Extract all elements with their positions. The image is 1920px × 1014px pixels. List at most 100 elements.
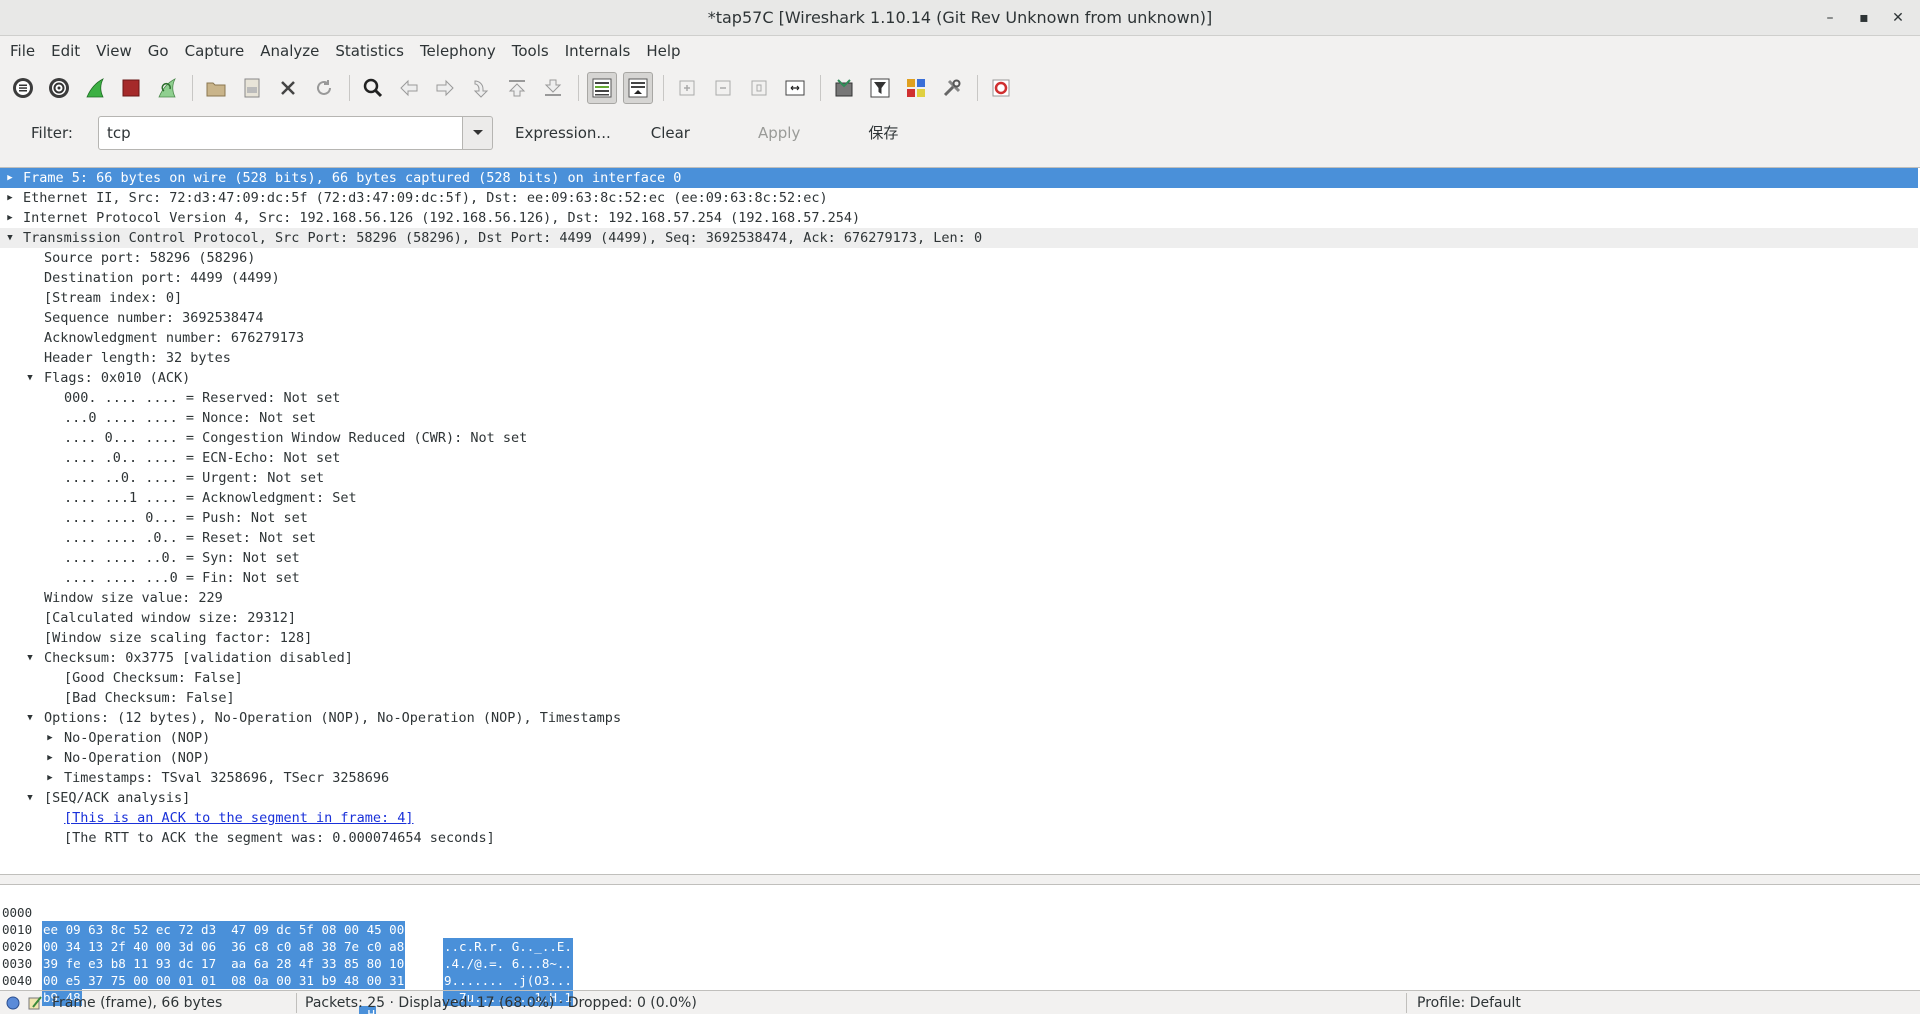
expert-info-icon[interactable] (4, 994, 22, 1012)
expander-icon[interactable]: ▶ (44, 748, 56, 768)
tree-row[interactable]: .... .... .0.. = Reset: Not set (0, 528, 1918, 548)
expander-icon[interactable]: ▼ (4, 228, 16, 248)
expander-icon[interactable]: ▶ (4, 188, 16, 208)
hex-bytes[interactable]: 00 e5 37 75 00 00 01 01 08 0a 00 31 b9 4… (42, 972, 406, 989)
expander-icon[interactable]: ▼ (24, 648, 36, 668)
frame-link[interactable]: [This is an ACK to the segment in frame:… (64, 808, 414, 828)
tree-row[interactable]: Destination port: 4499 (4499) (0, 268, 1918, 288)
tree-row-nop[interactable]: ▶ No-Operation (NOP) (0, 728, 1918, 748)
zoom-in-button[interactable] (672, 72, 702, 104)
maximize-icon[interactable]: ▪ (1852, 6, 1876, 30)
hex-row[interactable]: 0010 00 34 13 2f 40 00 3d 06 36 c8 c0 a8… (0, 904, 573, 972)
expression-button[interactable]: Expression... (507, 116, 619, 150)
expander-icon[interactable]: ▼ (24, 368, 36, 388)
resize-columns-button[interactable] (780, 72, 810, 104)
hex-bytes[interactable]: ee 09 63 8c 52 ec 72 d3 47 09 dc 5f 08 0… (42, 921, 406, 938)
normal-size-button[interactable] (744, 72, 774, 104)
tree-row[interactable]: [Bad Checksum: False] (0, 688, 1918, 708)
tree-row[interactable]: .... .0.. .... = ECN-Echo: Not set (0, 448, 1918, 468)
colorize-toggle-button[interactable] (587, 72, 617, 104)
hex-ascii[interactable]: .4./@.=. 6...8~.. (443, 955, 573, 972)
expander-icon[interactable]: ▶ (44, 728, 56, 748)
tree-row[interactable]: 000. .... .... = Reserved: Not set (0, 388, 1918, 408)
expander-icon[interactable]: ▼ (24, 708, 36, 728)
tree-row[interactable]: .... 0... .... = Congestion Window Reduc… (0, 428, 1918, 448)
expander-icon[interactable]: ▶ (44, 768, 56, 788)
tree-row[interactable]: Header length: 32 bytes (0, 348, 1918, 368)
find-packet-button[interactable] (358, 72, 388, 104)
tree-row[interactable]: [Good Checksum: False] (0, 668, 1918, 688)
hex-ascii[interactable]: 9....... .j(O3... (443, 972, 573, 989)
capture-options-button[interactable] (44, 72, 74, 104)
profile-indicator[interactable]: Profile: Default (1407, 991, 1521, 1014)
filter-dropdown-button[interactable] (463, 116, 493, 150)
stop-capture-button[interactable] (116, 72, 146, 104)
apply-button[interactable]: Apply (750, 116, 808, 150)
clear-button[interactable]: Clear (643, 116, 698, 150)
tree-row[interactable]: Window size value: 229 (0, 588, 1918, 608)
close-icon[interactable]: ✕ (1886, 6, 1910, 30)
tree-row[interactable]: .... .... ...0 = Fin: Not set (0, 568, 1918, 588)
tree-row-checksum[interactable]: ▼ Checksum: 0x3775 [validation disabled] (0, 648, 1918, 668)
tree-row[interactable]: ...0 .... .... = Nonce: Not set (0, 408, 1918, 428)
tree-row-options[interactable]: ▼ Options: (12 bytes), No-Operation (NOP)… (0, 708, 1918, 728)
expander-icon[interactable]: ▶ (4, 168, 16, 188)
menu-edit[interactable]: Edit (43, 36, 88, 66)
close-file-button[interactable] (273, 72, 303, 104)
hex-row[interactable]: 0040 b9 48 .H (0, 955, 377, 1014)
go-back-button[interactable] (394, 72, 424, 104)
hex-row[interactable]: 0030 00 e5 37 75 00 00 01 01 08 0a 00 31… (0, 938, 573, 1006)
hex-bytes[interactable]: 00 34 13 2f 40 00 3d 06 36 c8 c0 a8 38 7… (42, 938, 406, 955)
menu-go[interactable]: Go (140, 36, 177, 66)
tree-row[interactable]: .... ..0. .... = Urgent: Not set (0, 468, 1918, 488)
open-file-button[interactable] (201, 72, 231, 104)
start-capture-button[interactable] (80, 72, 110, 104)
save-file-button[interactable] (237, 72, 267, 104)
menu-internals[interactable]: Internals (557, 36, 639, 66)
tree-row-timestamps[interactable]: ▶ Timestamps: TSval 3258696, TSecr 325869… (0, 768, 1918, 788)
help-button[interactable] (986, 72, 1016, 104)
expander-icon[interactable]: ▼ (24, 788, 36, 808)
tree-row-ack-link[interactable]: [This is an ACK to the segment in frame:… (0, 808, 1918, 828)
restart-capture-button[interactable] (152, 72, 182, 104)
save-filter-button[interactable]: 保存 (860, 116, 906, 150)
tree-row-ethernet[interactable]: ▶ Ethernet II, Src: 72:d3:47:09:dc:5f (72… (0, 188, 1918, 208)
tree-row[interactable]: Source port: 58296 (58296) (0, 248, 1918, 268)
filter-input[interactable] (98, 116, 463, 150)
expander-icon[interactable]: ▶ (4, 208, 16, 228)
hex-row[interactable]: 0000 ee 09 63 8c 52 ec 72 d3 47 09 dc 5f… (0, 887, 573, 955)
minimize-icon[interactable]: – (1818, 6, 1842, 30)
tree-row-nop[interactable]: ▶ No-Operation (NOP) (0, 748, 1918, 768)
hex-ascii[interactable]: ..c.R.r. G.._..E. (443, 938, 573, 955)
autoscroll-toggle-button[interactable] (623, 72, 653, 104)
tree-row-ipv4[interactable]: ▶ Internet Protocol Version 4, Src: 192.1… (0, 208, 1918, 228)
zoom-out-button[interactable] (708, 72, 738, 104)
go-last-button[interactable] (538, 72, 568, 104)
tree-row[interactable]: .... .... 0... = Push: Not set (0, 508, 1918, 528)
display-filters-button[interactable] (865, 72, 895, 104)
go-first-button[interactable] (502, 72, 532, 104)
coloring-rules-button[interactable] (901, 72, 931, 104)
preferences-button[interactable] (937, 72, 967, 104)
tree-row[interactable]: [Calculated window size: 29312] (0, 608, 1918, 628)
menu-help[interactable]: Help (638, 36, 688, 66)
packet-details-pane[interactable]: ▶ Frame 5: 66 bytes on wire (528 bits), 6… (0, 167, 1920, 875)
tree-row-flags[interactable]: ▼ Flags: 0x010 (ACK) (0, 368, 1918, 388)
hex-row[interactable]: 0020 39 fe e3 b8 11 93 dc 17 aa 6a 28 4f… (0, 921, 573, 989)
menu-view[interactable]: View (88, 36, 140, 66)
reload-button[interactable] (309, 72, 339, 104)
tree-row[interactable]: .... .... ..0. = Syn: Not set (0, 548, 1918, 568)
hex-dump-pane[interactable]: 0000 ee 09 63 8c 52 ec 72 d3 47 09 dc 5f… (0, 884, 1920, 1014)
tree-row-seq-ack[interactable]: ▼ [SEQ/ACK analysis] (0, 788, 1918, 808)
capture-comment-icon[interactable] (26, 994, 44, 1012)
tree-row[interactable]: Acknowledgment number: 676279173 (0, 328, 1918, 348)
capture-filters-button[interactable] (829, 72, 859, 104)
menu-file[interactable]: File (2, 36, 43, 66)
tree-row-tcp[interactable]: ▼ Transmission Control Protocol, Src Port… (0, 228, 1918, 248)
tree-row[interactable]: Sequence number: 3692538474 (0, 308, 1918, 328)
go-forward-button[interactable] (430, 72, 460, 104)
menu-capture[interactable]: Capture (177, 36, 253, 66)
menu-analyze[interactable]: Analyze (252, 36, 327, 66)
menu-tools[interactable]: Tools (504, 36, 557, 66)
tree-row-frame[interactable]: ▶ Frame 5: 66 bytes on wire (528 bits), 6… (0, 168, 1918, 188)
